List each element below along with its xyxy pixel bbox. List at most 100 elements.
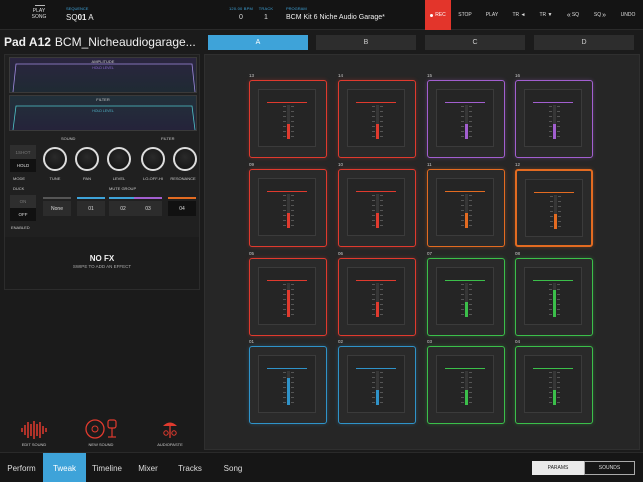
hold-button[interactable]: HOLD — [10, 159, 36, 172]
sequence-prev-button[interactable]: «SQ — [561, 0, 585, 30]
pad-12[interactable] — [515, 169, 593, 247]
pad-level-tick — [283, 397, 286, 398]
pad-level-tick — [469, 304, 472, 305]
mute-group-color-bar — [134, 197, 162, 199]
new-sound-button[interactable]: NEW SOUND — [79, 418, 123, 447]
pad-level-tick — [283, 372, 286, 373]
tab-mixer[interactable]: Mixer — [128, 453, 168, 482]
pad-03[interactable] — [427, 346, 505, 424]
tab-timeline[interactable]: Timeline — [86, 453, 128, 482]
pad-top-line — [267, 191, 307, 192]
pad-05[interactable] — [249, 258, 327, 336]
tune-knob[interactable] — [43, 147, 67, 171]
pad-level-tick — [549, 314, 552, 315]
pad-06[interactable] — [338, 258, 416, 336]
pad-level-tick — [380, 225, 383, 226]
pad-level-tick — [469, 131, 472, 132]
oneshot-button[interactable]: 1SHOT — [10, 145, 36, 159]
tab-bank-c[interactable]: C — [425, 35, 525, 50]
pad-level-tick — [291, 377, 294, 378]
sequence-selector[interactable]: SEQUENCE SQ01 A — [66, 6, 94, 36]
page-title: Pad A12 BCM_Nicheaudiogarage... — [4, 35, 204, 49]
pad-09[interactable] — [249, 169, 327, 247]
pad-level-tick — [550, 196, 553, 197]
tab-label: Perform — [7, 463, 36, 473]
pad-level-tick — [461, 299, 464, 300]
edit-sound-button[interactable]: EDIT SOUND — [12, 418, 56, 447]
pad-10[interactable] — [338, 169, 416, 247]
pad-02[interactable] — [338, 346, 416, 424]
pad-level-tick — [558, 206, 561, 207]
pad-08[interactable] — [515, 258, 593, 336]
record-button[interactable]: REC — [425, 0, 451, 30]
pad-level-tick — [283, 121, 286, 122]
program-selector[interactable]: PROGRAM BCM Kit 6 Niche Audio Garage* — [286, 6, 385, 36]
tab-bank-a[interactable]: A — [208, 35, 308, 50]
pad-top-line — [267, 368, 307, 369]
sounds-toggle[interactable]: SOUNDS — [584, 461, 635, 475]
pan-knob[interactable] — [75, 147, 99, 171]
pad-level-tick — [283, 225, 286, 226]
pad-level-tick — [372, 309, 375, 310]
stop-button[interactable]: STOP — [452, 0, 478, 30]
fx-slot[interactable]: NO FX SWIPE TO ADD AN EFFECT — [5, 237, 199, 289]
pad-level-tick — [549, 106, 552, 107]
pad-level-tick — [469, 284, 472, 285]
undo-button[interactable]: UNDO — [615, 0, 641, 30]
bpm-display[interactable]: 120.00 BPM 0 — [221, 6, 261, 36]
mute-group-button-none[interactable]: None — [43, 201, 71, 216]
params-toggle[interactable]: PARAMS — [532, 461, 584, 475]
level-knob[interactable] — [107, 147, 131, 171]
track-selector[interactable]: TRACK 1 — [256, 6, 276, 36]
audiopaste-button[interactable]: AUDIOPASTE — [148, 418, 192, 447]
pad-level-tick — [380, 382, 383, 383]
pad-01[interactable] — [249, 346, 327, 424]
mute-group-button-03[interactable]: 03 — [134, 201, 162, 216]
tab-song[interactable]: Song — [212, 453, 254, 482]
pad-11[interactable] — [427, 169, 505, 247]
pad-level-tick — [461, 131, 464, 132]
filter-envelope[interactable]: FILTER HOLD LEVEL — [9, 95, 197, 131]
pad-level-tick — [557, 106, 560, 107]
duck-on-button[interactable]: ON — [10, 195, 36, 208]
pad-07[interactable] — [427, 258, 505, 336]
tab-perform[interactable]: Perform — [0, 453, 43, 482]
pad-level-tick — [549, 299, 552, 300]
sequence-prefix: SQ — [66, 13, 78, 22]
pad-15[interactable] — [427, 80, 505, 158]
pad-level-fill — [465, 124, 468, 139]
tab-tweak[interactable]: Tweak — [43, 453, 86, 482]
sequence-next-button[interactable]: SQ» — [588, 0, 612, 30]
filter-section-label: FILTER — [161, 136, 175, 141]
track-next-button[interactable]: TR ▼ — [533, 0, 559, 30]
pad-level-tick — [291, 397, 294, 398]
filter-envelope-curve — [12, 105, 196, 131]
tab-tracks[interactable]: Tracks — [168, 453, 212, 482]
tab-bank-b[interactable]: B — [316, 35, 416, 50]
mute-group-button-04[interactable]: 04 — [168, 201, 196, 216]
tab-bank-d[interactable]: D — [534, 35, 634, 50]
pad-level-tick — [291, 314, 294, 315]
pad-04[interactable] — [515, 346, 593, 424]
pad-level-tick — [549, 397, 552, 398]
play-song-button[interactable]: PLAY SONG — [26, 8, 52, 22]
pad-13[interactable] — [249, 80, 327, 158]
mute-group-button-01[interactable]: 01 — [77, 201, 105, 216]
pad-level-tick — [461, 126, 464, 127]
pad-16[interactable] — [515, 80, 593, 158]
pad-level-tick — [469, 136, 472, 137]
duck-off-button[interactable]: OFF — [10, 208, 36, 221]
resonance-knob[interactable] — [173, 147, 197, 171]
cutoff-knob[interactable] — [141, 147, 165, 171]
pad-14[interactable] — [338, 80, 416, 158]
pad-top-line — [356, 280, 396, 281]
bank-c-label: C — [472, 39, 478, 46]
pad-level-tick — [557, 116, 560, 117]
pan-label: PAN — [83, 176, 91, 181]
play-button[interactable]: PLAY — [479, 0, 505, 30]
pad-number: 13 — [249, 73, 255, 78]
track-prev-button[interactable]: TR ◄ — [506, 0, 532, 30]
amplitude-envelope[interactable]: AMPLITUDE HOLD LEVEL — [9, 57, 197, 93]
mute-group-button-02[interactable]: 02 — [109, 201, 137, 216]
sounds-label: SOUNDS — [598, 465, 621, 471]
